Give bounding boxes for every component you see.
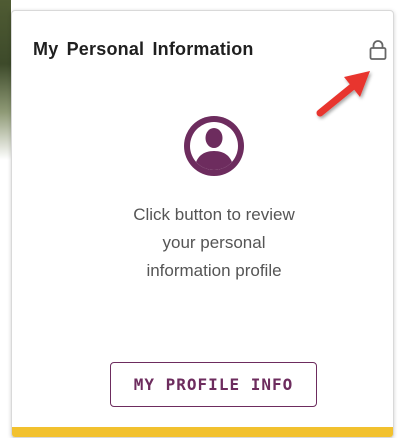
personal-info-card: My Personal Information Click button to … <box>11 10 394 438</box>
user-avatar-icon <box>184 116 244 176</box>
background-edge-lower <box>0 160 11 438</box>
description-line-2: your personal <box>162 233 266 252</box>
my-profile-info-button[interactable]: MY PROFILE INFO <box>110 362 317 407</box>
annotation-arrow-icon <box>316 71 370 117</box>
card-title: My Personal Information <box>33 39 254 59</box>
description-line-1: Click button to review <box>133 205 295 224</box>
description-line-3: information profile <box>146 261 282 280</box>
card-accent-bar <box>12 427 393 437</box>
card-description: Click button to review your personal inf… <box>84 201 344 285</box>
background-edge <box>0 0 11 160</box>
lock-icon[interactable] <box>368 39 388 61</box>
